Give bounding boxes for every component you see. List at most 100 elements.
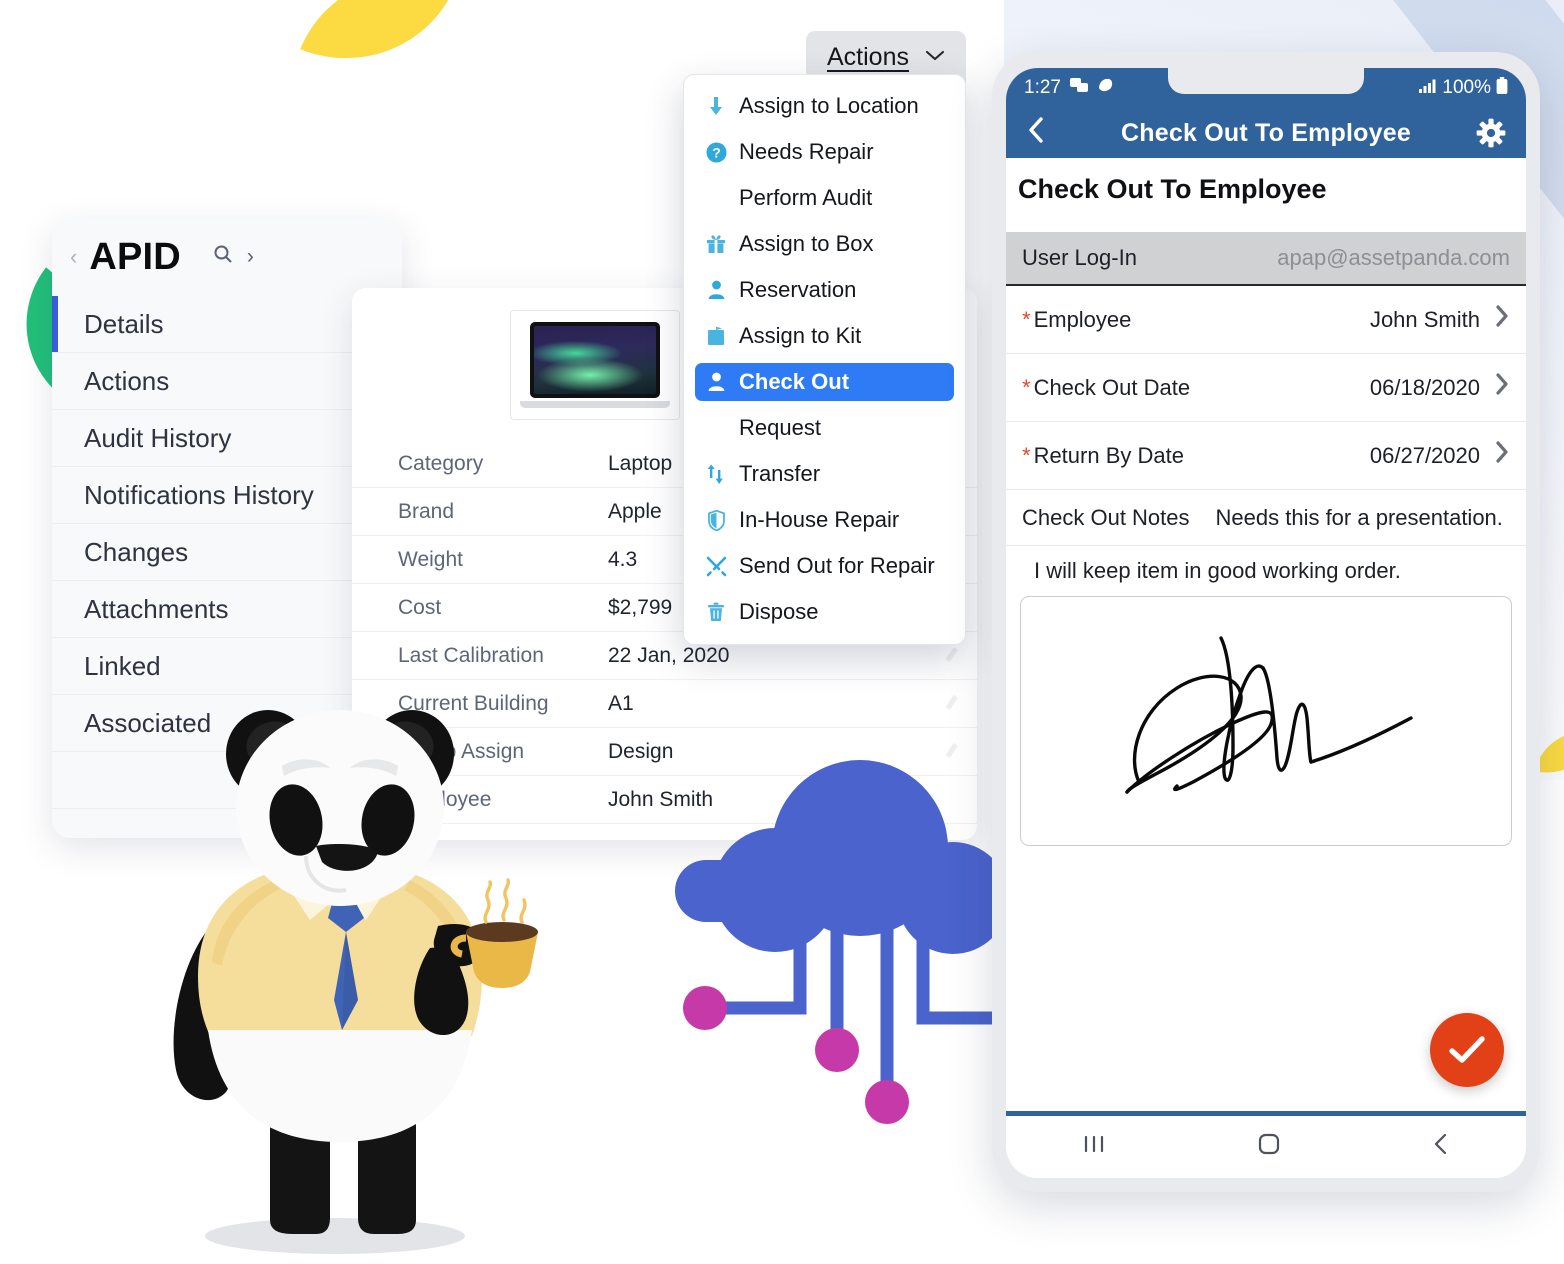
gift-box-icon (705, 234, 727, 254)
sidebar-item-label: Attachments (84, 593, 229, 624)
menu-item-label: Check Out (739, 369, 850, 394)
signal-bars-icon (1419, 77, 1437, 99)
row-label: Brand (398, 499, 455, 523)
field-label: * Employee (1022, 306, 1132, 332)
sidebar-header: ‹ APID › (52, 218, 402, 296)
menu-item-label: Assign to Box (739, 231, 874, 256)
chevron-left-icon[interactable]: ‹ (70, 246, 77, 268)
menu-item-needs-repair[interactable]: ? Needs Repair (695, 133, 954, 171)
sidebar-item-notifications-history[interactable]: Notifications History (52, 467, 402, 524)
messaging-icon (1069, 77, 1088, 99)
edit-pencil-icon[interactable] (937, 645, 959, 667)
field-check-out-notes[interactable]: Check Out Notes Needs this for a present… (1006, 490, 1526, 546)
chevron-left-icon[interactable] (1026, 115, 1064, 152)
trash-icon (705, 602, 727, 622)
menu-item-check-out[interactable]: Check Out (695, 363, 954, 401)
panda-mascot (120, 700, 560, 1260)
menu-item-request[interactable]: Request (695, 409, 954, 447)
chevron-right-icon (1494, 304, 1510, 335)
field-return-by-date[interactable]: * Return By Date 06/27/2020 (1006, 422, 1526, 490)
battery-icon (1496, 76, 1508, 100)
menu-item-label: In-House Repair (739, 507, 900, 532)
sidebar-item-linked[interactable]: Linked (52, 638, 402, 695)
field-value: 06/18/2020 (1369, 374, 1480, 400)
clock-time: 1:27 (1024, 77, 1061, 98)
recents-icon[interactable] (1081, 1132, 1107, 1163)
asset-thumbnail[interactable] (510, 310, 680, 420)
actions-dropdown-menu: Assign to Location ? Needs Repair Perfor… (683, 74, 966, 645)
chevron-right-icon (1494, 440, 1510, 471)
sidebar-item-details[interactable]: Details (52, 296, 402, 353)
confirm-button[interactable] (1430, 1013, 1504, 1087)
status-bar-right: 100% (1419, 76, 1508, 100)
menu-item-send-out-for-repair[interactable]: Send Out for Repair (695, 547, 954, 585)
gear-icon[interactable] (1468, 118, 1506, 148)
laptop-base (520, 401, 670, 408)
question-circle-icon: ? (705, 142, 727, 163)
phone-body-spacer (1006, 846, 1526, 1111)
menu-item-dispose[interactable]: Dispose (695, 593, 954, 631)
menu-item-label: Dispose (739, 599, 819, 624)
back-icon[interactable] (1431, 1131, 1451, 1164)
menu-item-reservation[interactable]: Reservation (695, 271, 954, 309)
required-asterisk: * (1022, 374, 1031, 400)
phone-screen: 1:27 100% Check Out To Employee Check Ou… (1006, 68, 1526, 1178)
menu-item-label: Send Out for Repair (739, 553, 935, 578)
signature-pad[interactable] (1020, 596, 1512, 846)
menu-item-in-house-repair[interactable]: In-House Repair (695, 501, 954, 539)
sidebar-item-attachments[interactable]: Attachments (52, 581, 402, 638)
phone-page-title: Check Out To Employee (1006, 158, 1526, 232)
menu-item-assign-to-box[interactable]: Assign to Box (695, 225, 954, 263)
chevron-right-icon[interactable]: › (247, 245, 254, 269)
row-value: A1 (608, 691, 634, 715)
chevron-right-icon (1494, 372, 1510, 403)
required-asterisk: * (1022, 442, 1031, 468)
menu-item-label: Assign to Kit (739, 323, 862, 348)
menu-item-assign-to-location[interactable]: Assign to Location (695, 87, 954, 125)
field-label: * Return By Date (1022, 442, 1184, 468)
edit-pencil-icon[interactable] (937, 693, 959, 715)
menu-item-label: Perform Audit (739, 185, 873, 210)
home-icon[interactable] (1256, 1131, 1282, 1164)
menu-item-transfer[interactable]: Transfer (695, 455, 954, 493)
app-icon (1097, 77, 1114, 99)
notes-label: Check Out Notes (1022, 504, 1190, 530)
sidebar-item-label: Notifications History (84, 479, 314, 510)
menu-item-perform-audit[interactable]: Perform Audit (695, 179, 954, 217)
menu-item-assign-to-kit[interactable]: Assign to Kit (695, 317, 954, 355)
agreement-text: I will keep item in good working order. (1034, 558, 1401, 583)
user-login-row[interactable]: User Log-In apap@assetpanda.com (1006, 232, 1526, 286)
field-employee[interactable]: * Employee John Smith (1006, 286, 1526, 354)
row-label: Cost (398, 595, 442, 619)
battery-percent-label: 100% (1442, 77, 1491, 98)
search-icon[interactable] (211, 242, 235, 272)
row-label: Last Calibration (398, 643, 544, 667)
sidebar-item-label: Linked (84, 650, 161, 681)
sidebar-item-audit-history[interactable]: Audit History (52, 410, 402, 467)
row-label: Weight (398, 547, 463, 571)
menu-item-label: Transfer (739, 461, 821, 486)
notes-value: Needs this for a presentation. (1215, 504, 1503, 530)
user-login-label: User Log-In (1022, 245, 1137, 270)
sidebar-item-actions[interactable]: Actions (52, 353, 402, 410)
field-value: 06/27/2020 (1369, 442, 1480, 468)
menu-item-label: Reservation (739, 277, 857, 302)
page-title: APID (89, 235, 181, 278)
tools-icon (705, 556, 727, 577)
actions-button-label: Actions (827, 42, 909, 71)
leaf-shape-yellow (300, 0, 456, 95)
screenshot-root: ‹ APID › Details Actions Audit History N… (0, 0, 1564, 1264)
laptop-thumbnail-icon (520, 322, 670, 408)
sidebar-item-label: Actions (84, 365, 170, 396)
sidebar-item-label: Changes (84, 536, 189, 567)
sidebar-item-label: Audit History (84, 422, 232, 453)
down-arrow-icon (705, 96, 727, 116)
laptop-lid (530, 322, 660, 398)
field-check-out-date[interactable]: * Check Out Date 06/18/2020 (1006, 354, 1526, 422)
phone-status-bar: 1:27 100% (1006, 68, 1526, 108)
row-value: 22 Jan, 2020 (608, 643, 730, 667)
person-icon (705, 280, 727, 300)
sidebar-item-changes[interactable]: Changes (52, 524, 402, 581)
menu-item-label: Assign to Location (739, 93, 919, 118)
user-login-value: apap@assetpanda.com (1277, 245, 1510, 270)
